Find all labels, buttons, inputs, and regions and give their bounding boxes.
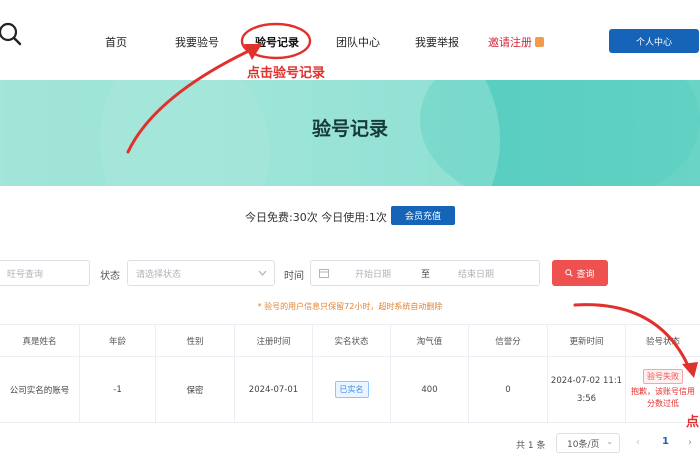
date-range-separator: 至 — [421, 269, 431, 280]
page-size-select[interactable]: 10条/页 ⌄ — [556, 433, 620, 453]
time-label: 时间 — [284, 271, 304, 282]
page-size-value: 10条/页 — [567, 439, 600, 450]
nav-team-center[interactable]: 团队中心 — [336, 34, 380, 50]
header-cell: 注册时间 — [235, 325, 313, 356]
end-date-placeholder[interactable]: 结束日期 — [458, 267, 494, 280]
nav-home[interactable]: 首页 — [105, 34, 127, 50]
nav-report[interactable]: 我要举报 — [415, 34, 459, 50]
search-logo-icon[interactable] — [0, 22, 24, 48]
annotation-circle — [240, 22, 312, 60]
fail-msg-line1: 抱歉，该账号信用 — [631, 387, 695, 396]
page-number-1[interactable]: 1 — [662, 436, 669, 447]
page-title: 验号记录 — [311, 118, 388, 140]
cell-gender: 保密 — [156, 357, 235, 422]
nav-invite-register[interactable]: 邀请注册 — [488, 34, 544, 50]
page-banner: 验号记录 — [0, 80, 700, 186]
status-select[interactable]: 请选择状态 — [127, 260, 275, 286]
nav-invite-label: 邀请注册 — [488, 36, 532, 49]
header-cell: 信誉分 — [469, 325, 548, 356]
fail-msg-line2: 分数过低 — [647, 399, 679, 408]
status-select-placeholder: 请选择状态 — [136, 269, 182, 280]
annotation-click-record: 点击验号记录 — [247, 66, 326, 81]
top-header: 首页 我要验号 验号记录 团队中心 我要举报 邀请注册 个人中心 — [0, 0, 700, 80]
realname-status-badge: 已实名 — [334, 381, 369, 398]
cell-name: 公司实名的账号 — [0, 357, 80, 422]
update-time-line1: 2024-07-02 11:1 — [550, 375, 623, 386]
calendar-icon — [319, 269, 329, 278]
cell-credit-score: 0 — [469, 357, 548, 422]
retention-notice: * 验号的用户信息只保留72小时，超时系统自动删除 — [257, 302, 443, 311]
usage-summary: 今日免费:30次 今日使用:1次 — [245, 211, 387, 224]
table-row: 公司实名的账号 -1 保密 2024-07-01 已实名 400 0 2024-… — [0, 357, 700, 423]
search-icon — [565, 269, 574, 277]
status-label: 状态 — [100, 271, 120, 282]
records-table: 真是姓名 年龄 性别 注册时间 实名状态 淘气值 信誉分 更新时间 验号状态 公… — [0, 324, 700, 423]
account-search-input[interactable]: 旺号查询 — [0, 260, 90, 286]
cell-naughty-value: 400 — [391, 357, 469, 422]
date-range-picker[interactable]: 开始日期 至 结束日期 — [310, 260, 540, 286]
header-cell: 淘气值 — [391, 325, 469, 356]
nav-check-account[interactable]: 我要验号 — [175, 34, 219, 50]
recharge-button[interactable]: 会员充值 — [391, 206, 455, 225]
personal-center-button[interactable]: 个人中心 — [609, 29, 699, 53]
header-cell: 真是姓名 — [0, 325, 80, 356]
cell-age: -1 — [80, 357, 156, 422]
header-cell: 实名状态 — [313, 325, 391, 356]
cell-update-time: 2024-07-02 11:1 3:56 — [548, 357, 626, 422]
header-cell: 验号状态 — [645, 336, 680, 347]
header-cell: 更新时间 — [548, 325, 626, 356]
chevron-down-icon: ⌄ — [606, 437, 613, 446]
chevron-down-icon — [258, 270, 267, 276]
query-button-label: 查询 — [576, 268, 595, 279]
cell-realname: 已实名 — [313, 357, 391, 422]
hot-badge-icon — [535, 37, 544, 47]
start-date-placeholder[interactable]: 开始日期 — [355, 267, 391, 280]
annotation-right-partial: 点 — [686, 415, 700, 430]
header-cell: 性别 — [156, 325, 235, 356]
next-page-button[interactable]: › — [688, 437, 692, 448]
update-time-line2: 3:56 — [576, 393, 597, 404]
prev-page-button[interactable]: ‹ — [636, 437, 640, 448]
table-header-row: 真是姓名 年龄 性别 注册时间 实名状态 淘气值 信誉分 更新时间 验号状态 — [0, 325, 700, 357]
check-fail-message: 抱歉，该账号信用 分数过低 — [631, 386, 695, 410]
pagination-total: 共 1 条 — [516, 441, 546, 451]
header-cell: 年龄 — [80, 325, 156, 356]
cell-reg-date: 2024-07-01 — [235, 357, 313, 422]
check-fail-badge: 验号失败 — [643, 369, 683, 384]
account-search-placeholder: 旺号查询 — [7, 269, 44, 280]
query-button[interactable]: 查询 — [552, 260, 608, 286]
